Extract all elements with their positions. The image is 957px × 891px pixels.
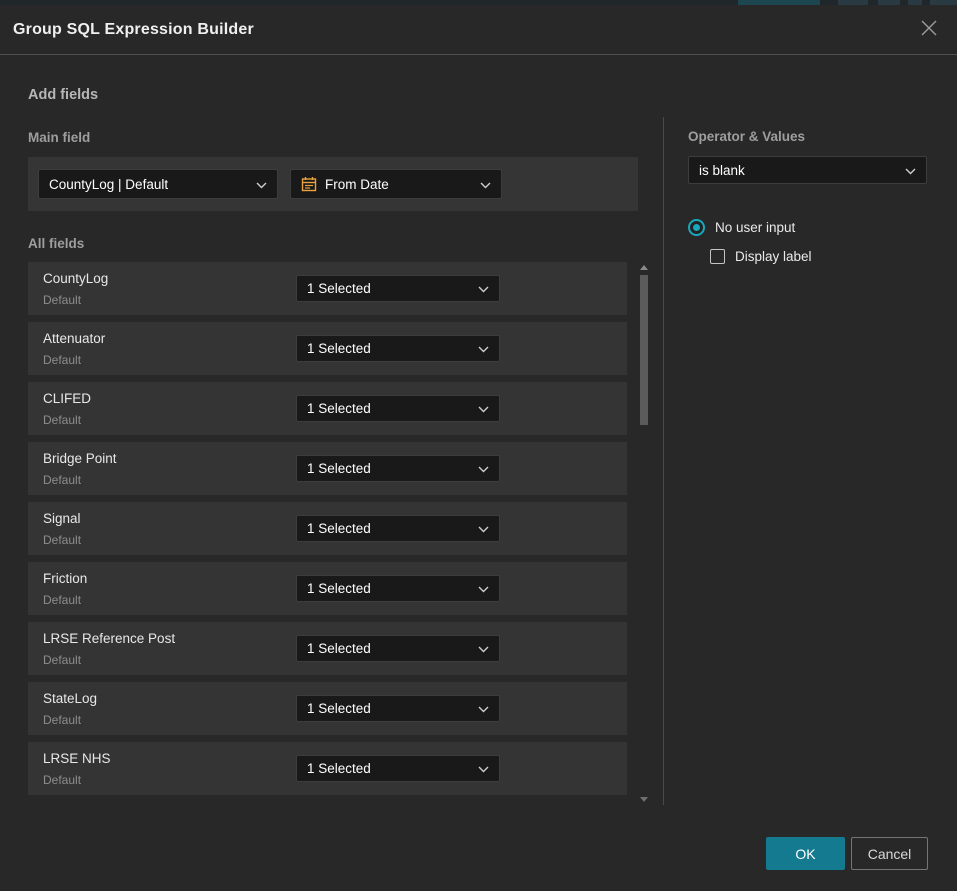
field-selected-value: 1 Selected [307, 761, 472, 776]
field-name: Signal [43, 511, 81, 526]
field-subtitle: Default [43, 473, 81, 487]
field-name: Attenuator [43, 331, 105, 346]
chevron-down-icon [478, 581, 489, 596]
field-selected-value: 1 Selected [307, 641, 472, 656]
field-subtitle: Default [43, 353, 81, 367]
field-row: CLIFED Default 1 Selected [28, 382, 627, 435]
field-name: Bridge Point [43, 451, 117, 466]
dialog-title: Group SQL Expression Builder [13, 21, 254, 39]
field-row: CountyLog Default 1 Selected [28, 262, 627, 315]
main-field-source-value: CountyLog | Default [49, 177, 250, 192]
no-user-input-radio[interactable]: No user input [688, 219, 795, 236]
field-selected-value: 1 Selected [307, 701, 472, 716]
scrollbar-thumb[interactable] [640, 275, 648, 425]
chevron-down-icon [905, 163, 916, 178]
field-selected-dropdown[interactable]: 1 Selected [296, 395, 500, 422]
main-field-source-dropdown[interactable]: CountyLog | Default [38, 169, 278, 199]
field-selected-value: 1 Selected [307, 401, 472, 416]
field-name: LRSE NHS [43, 751, 111, 766]
field-selected-value: 1 Selected [307, 581, 472, 596]
operator-value: is blank [699, 163, 899, 178]
close-icon [920, 19, 938, 42]
field-row: Signal Default 1 Selected [28, 502, 627, 555]
ok-button[interactable]: OK [766, 837, 845, 870]
field-subtitle: Default [43, 533, 81, 547]
field-subtitle: Default [43, 653, 81, 667]
display-label-checkbox[interactable]: Display label [710, 249, 812, 264]
chevron-down-icon [478, 641, 489, 656]
field-name: StateLog [43, 691, 97, 706]
main-field-date-dropdown[interactable]: From Date [290, 169, 502, 199]
field-subtitle: Default [43, 293, 81, 307]
display-label-label: Display label [735, 249, 812, 264]
field-selected-value: 1 Selected [307, 281, 472, 296]
field-selected-dropdown[interactable]: 1 Selected [296, 275, 500, 302]
all-fields-label: All fields [28, 236, 84, 251]
dialog-footer: OK Cancel [0, 832, 957, 882]
field-selected-dropdown[interactable]: 1 Selected [296, 575, 500, 602]
field-selected-dropdown[interactable]: 1 Selected [296, 695, 500, 722]
fields-list-scrollbar[interactable] [636, 262, 652, 805]
field-subtitle: Default [43, 773, 81, 787]
checkbox-unchecked-icon [710, 249, 725, 264]
no-user-input-label: No user input [715, 220, 795, 235]
main-field-panel: CountyLog | Default From Date [28, 157, 638, 211]
field-name: CLIFED [43, 391, 91, 406]
dialog-titlebar: Group SQL Expression Builder [0, 5, 957, 55]
operator-dropdown[interactable]: is blank [688, 156, 927, 184]
chevron-down-icon [478, 521, 489, 536]
field-subtitle: Default [43, 413, 81, 427]
radio-selected-icon [688, 219, 705, 236]
field-row: Bridge Point Default 1 Selected [28, 442, 627, 495]
close-button[interactable] [916, 17, 942, 43]
field-name: LRSE Reference Post [43, 631, 175, 646]
chevron-down-icon [478, 341, 489, 356]
field-row: LRSE NHS Default 1 Selected [28, 742, 627, 795]
field-row: Attenuator Default 1 Selected [28, 322, 627, 375]
chevron-down-icon [480, 177, 491, 192]
field-row: Friction Default 1 Selected [28, 562, 627, 615]
operator-values-label: Operator & Values [688, 129, 805, 144]
chevron-down-icon [478, 461, 489, 476]
field-selected-dropdown[interactable]: 1 Selected [296, 515, 500, 542]
panel-divider [663, 117, 664, 805]
scrollbar-down-arrow-icon[interactable] [640, 797, 648, 802]
main-field-label: Main field [28, 130, 90, 145]
calendar-icon [301, 176, 317, 192]
field-selected-dropdown[interactable]: 1 Selected [296, 335, 500, 362]
field-selected-value: 1 Selected [307, 341, 472, 356]
field-row: LRSE Reference Post Default 1 Selected [28, 622, 627, 675]
field-row: StateLog Default 1 Selected [28, 682, 627, 735]
field-selected-value: 1 Selected [307, 461, 472, 476]
main-field-date-value: From Date [325, 177, 474, 192]
cancel-button[interactable]: Cancel [851, 837, 928, 870]
field-selected-dropdown[interactable]: 1 Selected [296, 455, 500, 482]
chevron-down-icon [478, 701, 489, 716]
field-subtitle: Default [43, 593, 81, 607]
chevron-down-icon [478, 401, 489, 416]
scrollbar-up-arrow-icon[interactable] [640, 265, 648, 270]
chevron-down-icon [478, 281, 489, 296]
chevron-down-icon [256, 177, 267, 192]
group-sql-expression-builder-dialog: Group SQL Expression Builder Add fields … [0, 5, 957, 891]
add-fields-heading: Add fields [28, 87, 98, 103]
field-name: Friction [43, 571, 87, 586]
field-selected-dropdown[interactable]: 1 Selected [296, 755, 500, 782]
field-name: CountyLog [43, 271, 108, 286]
chevron-down-icon [478, 761, 489, 776]
field-selected-value: 1 Selected [307, 521, 472, 536]
field-subtitle: Default [43, 713, 81, 727]
field-selected-dropdown[interactable]: 1 Selected [296, 635, 500, 662]
all-fields-list: CountyLog Default 1 Selected Attenuator … [28, 262, 627, 802]
